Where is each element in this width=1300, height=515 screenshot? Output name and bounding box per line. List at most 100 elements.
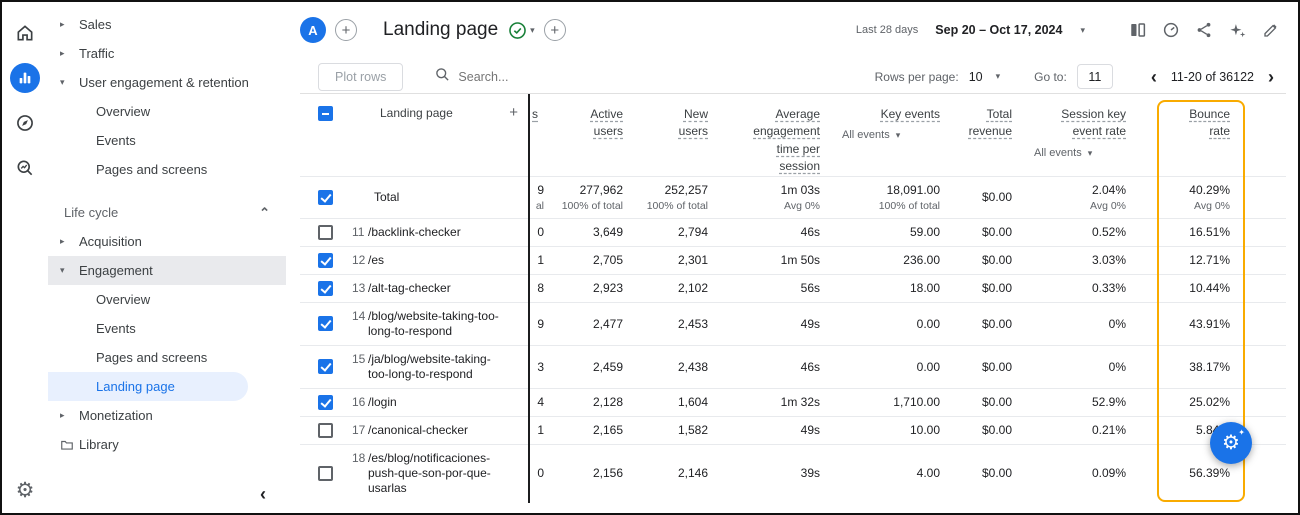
- avatar[interactable]: A: [300, 17, 326, 43]
- table-row: 11/backlink-checker 0 3,649 2,794 46s 59…: [300, 218, 1286, 246]
- column-avg-engagement-time[interactable]: Average engagement time per session: [740, 106, 820, 176]
- sidebar-item-events[interactable]: Events: [48, 314, 286, 343]
- sidebar-item-library[interactable]: Library: [48, 430, 286, 459]
- reports-icon[interactable]: [10, 63, 40, 93]
- landing-page-cell[interactable]: /es: [368, 253, 510, 268]
- plot-rows-button[interactable]: Plot rows: [318, 63, 403, 91]
- sidebar-item-engagement[interactable]: ▾Engagement: [48, 256, 286, 285]
- add-report-icon[interactable]: +: [544, 19, 566, 41]
- column-bounce-rate[interactable]: Bounce rate: [1182, 106, 1230, 141]
- table-row: 16/login 4 2,128 1,604 1m 32s 1,710.00 $…: [300, 388, 1286, 416]
- row-checkbox[interactable]: [318, 466, 333, 481]
- comparison-icon[interactable]: [1129, 21, 1147, 39]
- date-range-value[interactable]: Sep 20 – Oct 17, 2024: [935, 23, 1062, 37]
- sidebar-item-monetization[interactable]: ▸Monetization: [48, 401, 286, 430]
- caret-down-icon: ▾: [896, 130, 901, 140]
- landing-page-cell[interactable]: /ja/blog/website-taking-too-long-to-resp…: [368, 352, 510, 382]
- landing-page-cell[interactable]: /es/blog/notificaciones-push-que-son-por…: [368, 451, 510, 496]
- sidebar-item-acquisition[interactable]: ▸Acquisition: [48, 227, 286, 256]
- table-row: 17/canonical-checker 1 2,165 1,582 49s 1…: [300, 416, 1286, 444]
- new-users-cell: 2,438: [631, 345, 716, 388]
- insights-sparkle-icon[interactable]: [1228, 21, 1247, 40]
- total-revenue-cell: $0.00: [948, 302, 1020, 345]
- admin-gear-icon[interactable]: ⚙: [16, 480, 35, 501]
- home-icon[interactable]: [10, 18, 40, 48]
- main-area: A + Landing page ▾ + Last 28 days Sep 20…: [286, 2, 1298, 513]
- total-active-users: 277,962100% of total: [546, 176, 631, 218]
- column-resize-line[interactable]: [528, 94, 530, 503]
- column-total-revenue[interactable]: Total revenue: [960, 106, 1012, 141]
- landing-page-cell[interactable]: /canonical-checker: [368, 423, 510, 438]
- data-quality-icon[interactable]: [1162, 21, 1180, 39]
- caret-down-icon[interactable]: ▾: [996, 71, 1001, 82]
- rows-per-page-value[interactable]: 10: [969, 70, 983, 84]
- key-events-filter[interactable]: All events ▾: [828, 129, 940, 141]
- sidebar-item-pages-and-screens[interactable]: Pages and screens: [48, 343, 286, 372]
- new-users-cell: 2,453: [631, 302, 716, 345]
- row-checkbox[interactable]: [318, 359, 333, 374]
- total-session-rate: 2.04%Avg 0%: [1020, 176, 1134, 218]
- clipped-cell: 3: [528, 345, 546, 388]
- row-checkbox[interactable]: [318, 395, 333, 410]
- total-revenue-cell: $0.00: [948, 274, 1020, 302]
- new-users-cell: 1,582: [631, 416, 716, 444]
- explore-icon[interactable]: [10, 108, 40, 138]
- total-revenue-cell: $0.00: [948, 246, 1020, 274]
- share-icon[interactable]: [1195, 21, 1213, 39]
- row-checkbox[interactable]: [318, 225, 333, 240]
- chevron-right-icon[interactable]: ›: [1264, 68, 1278, 86]
- landing-page-cell[interactable]: /blog/website-taking-too-long-to-respond: [368, 309, 510, 339]
- total-revenue-cell: $0.00: [948, 218, 1020, 246]
- search-box: [435, 67, 648, 87]
- sidebar-item-sales[interactable]: ▸Sales: [48, 10, 286, 39]
- select-all-checkbox[interactable]: [318, 106, 333, 121]
- insights-fab-button[interactable]: ⚙ ✦: [1210, 422, 1252, 464]
- clipped-cell: 0: [528, 444, 546, 502]
- row-checkbox[interactable]: [318, 423, 333, 438]
- landing-page-cell[interactable]: /login: [368, 395, 510, 410]
- search-input[interactable]: [458, 70, 648, 84]
- landing-page-cell[interactable]: /alt-tag-checker: [368, 281, 510, 296]
- column-new-users[interactable]: New users: [666, 106, 708, 141]
- total-key-events: 18,091.00100% of total: [828, 176, 948, 218]
- left-rail: ⚙: [2, 2, 48, 513]
- sidebar-item-user-engagement-retention[interactable]: ▾User engagement & retention: [48, 68, 286, 97]
- check-badge-icon[interactable]: ▾: [508, 21, 535, 40]
- sidebar-item-overview[interactable]: Overview: [48, 97, 286, 126]
- sidebar-item-overview[interactable]: Overview: [48, 285, 286, 314]
- sidebar-item-pages-and-screens[interactable]: Pages and screens: [48, 155, 286, 184]
- clipped-cell: 8: [528, 274, 546, 302]
- table-header-row: Landing page+ s Active users New users A…: [300, 94, 1286, 176]
- active-users-cell: 2,128: [546, 388, 631, 416]
- chevron-left-icon[interactable]: ‹: [1147, 68, 1161, 86]
- edit-pencil-icon[interactable]: [1262, 21, 1280, 39]
- expand-arrow-icon: ▸: [60, 236, 79, 247]
- sidebar-item-events[interactable]: Events: [48, 126, 286, 155]
- row-number: 17: [346, 423, 368, 437]
- column-active-users[interactable]: Active users: [577, 106, 623, 141]
- sidebar-item-life-cycle[interactable]: Life cycle⌃: [48, 198, 286, 227]
- sidebar-item-label: Events: [96, 321, 136, 336]
- column-key-events[interactable]: Key events: [881, 106, 940, 123]
- landing-page-cell[interactable]: /backlink-checker: [368, 225, 510, 240]
- caret-down-icon[interactable]: ▾: [1080, 25, 1085, 36]
- key-events-cell: 0.00: [828, 302, 948, 345]
- sidebar-collapse-icon[interactable]: ‹: [260, 485, 266, 503]
- date-range-label: Last 28 days: [856, 24, 918, 36]
- total-revenue-cell: $0.00: [948, 444, 1020, 502]
- row-checkbox[interactable]: [318, 253, 333, 268]
- row-checkbox[interactable]: [318, 316, 333, 331]
- add-comparison-icon[interactable]: +: [335, 19, 357, 41]
- chevron-up-icon[interactable]: ⌃: [259, 205, 270, 221]
- total-checkbox[interactable]: [318, 190, 333, 205]
- row-checkbox[interactable]: [318, 281, 333, 296]
- caret-down-icon: ▾: [1088, 148, 1093, 158]
- session-rate-filter[interactable]: All events ▾: [1020, 147, 1126, 159]
- add-dimension-icon[interactable]: +: [509, 106, 518, 120]
- goto-input[interactable]: 11: [1077, 64, 1113, 89]
- sidebar-item-traffic[interactable]: ▸Traffic: [48, 39, 286, 68]
- advertising-icon[interactable]: [10, 153, 40, 183]
- column-landing-page[interactable]: Landing page: [380, 106, 453, 120]
- column-session-key-event-rate[interactable]: Session key event rate: [1050, 106, 1126, 141]
- sidebar-item-landing-page[interactable]: Landing page: [48, 372, 248, 401]
